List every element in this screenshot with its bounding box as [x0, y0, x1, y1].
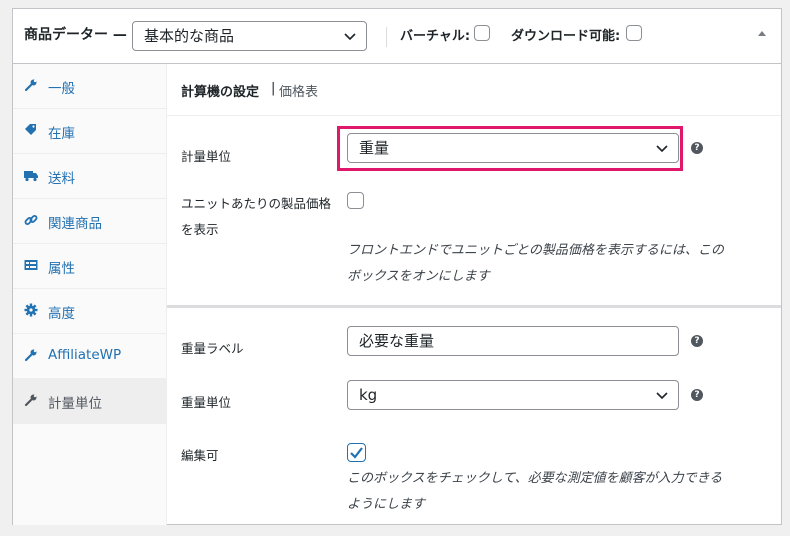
- product-data-panel: 商品データー — 基本的な商品 バーチャル: ダウンロード可能: 一般 在庫 送…: [12, 8, 782, 525]
- product-data-tabs: 一般 在庫 送料 関連商品 属性 高度 AffiliateWP 計量単位: [13, 64, 167, 525]
- tab-label: 属性: [48, 261, 75, 277]
- unit-price-label-cont: を表示: [181, 222, 219, 237]
- section-divider: [167, 305, 781, 308]
- subnav-separator: |: [271, 81, 276, 96]
- weight-unit-select[interactable]: kg: [347, 380, 679, 410]
- weight-label-label: 重量ラベル: [181, 341, 244, 356]
- subnav-current: 計算機の設定: [181, 85, 260, 100]
- tab-label: 送料: [48, 171, 75, 187]
- tab-inventory[interactable]: 在庫: [13, 109, 166, 154]
- weight-label-value: 必要な重量: [359, 332, 435, 350]
- product-type-select[interactable]: 基本的な商品: [132, 21, 367, 51]
- tab-label: AffiliateWP: [48, 347, 122, 363]
- help-icon[interactable]: ?: [691, 142, 703, 154]
- downloadable-checkbox[interactable]: [626, 25, 642, 41]
- product-type-value: 基本的な商品: [144, 27, 235, 45]
- editable-description: このボックスをチェックして、必要な測定値を顧客が入力できる ようにします: [347, 466, 722, 518]
- tab-label: 在庫: [48, 126, 75, 142]
- chevron-down-icon: [656, 392, 668, 400]
- tab-label: 関連商品: [48, 216, 102, 232]
- weight-unit-label: 重量単位: [181, 395, 232, 410]
- unit-price-checkbox[interactable]: [347, 192, 364, 209]
- tab-shipping[interactable]: 送料: [13, 154, 166, 199]
- triangle-up-icon[interactable]: [757, 29, 767, 37]
- unit-price-label: ユニットあたりの製品価格: [181, 196, 332, 211]
- unit-price-description-line: フロントエンドでユニットごとの製品価格を表示するには、この: [347, 243, 724, 258]
- wrench-icon: [24, 349, 37, 362]
- settings-subnav: 計算機の設定 | 価格表: [167, 64, 781, 116]
- link-icon: [24, 215, 38, 225]
- virtual-label: バーチャル:: [400, 29, 471, 44]
- editable-label: 編集可: [181, 448, 219, 463]
- editable-description-line: このボックスをチェックして、必要な測定値を顧客が入力できる: [347, 471, 723, 486]
- help-icon[interactable]: ?: [691, 335, 703, 347]
- list-card-icon: [24, 260, 38, 270]
- measurement-label: 計量単位: [181, 149, 232, 164]
- gear-icon: [24, 303, 38, 317]
- help-icon[interactable]: ?: [691, 389, 703, 401]
- tab-measurement[interactable]: 計量単位: [13, 379, 166, 424]
- checkmark-icon: [350, 447, 363, 459]
- tab-general[interactable]: 一般: [13, 64, 166, 109]
- editable-checkbox[interactable]: [347, 443, 366, 462]
- tab-linked-products[interactable]: 関連商品: [13, 199, 166, 244]
- unit-price-description: フロントエンドでユニットごとの製品価格を表示するには、この ボックスをオンにしま…: [347, 238, 724, 290]
- highlight-annotation: [337, 126, 683, 171]
- editable-description-line: ようにします: [347, 497, 426, 512]
- weight-unit-value: kg: [359, 386, 378, 404]
- tab-label: 高度: [48, 306, 75, 322]
- virtual-checkbox[interactable]: [474, 25, 490, 41]
- chevron-down-icon: [344, 33, 356, 41]
- wrench-icon: [24, 394, 37, 407]
- downloadable-label: ダウンロード可能:: [511, 29, 621, 44]
- panel-title: 商品データー —: [24, 27, 127, 43]
- tab-advanced[interactable]: 高度: [13, 289, 166, 334]
- truck-icon: [24, 171, 38, 182]
- header-divider: [386, 27, 387, 47]
- tab-attributes[interactable]: 属性: [13, 244, 166, 289]
- unit-price-description-line: ボックスをオンにします: [347, 269, 490, 284]
- tab-affiliatewp[interactable]: AffiliateWP: [13, 334, 166, 379]
- tag-icon: [25, 124, 36, 135]
- panel-header: 商品データー — 基本的な商品 バーチャル: ダウンロード可能:: [13, 9, 781, 64]
- subnav-price-table-link[interactable]: 価格表: [279, 81, 318, 100]
- tab-label: 一般: [48, 81, 75, 97]
- weight-label-input[interactable]: 必要な重量: [347, 326, 679, 356]
- wrench-icon: [24, 79, 37, 92]
- tab-label: 計量単位: [48, 396, 102, 412]
